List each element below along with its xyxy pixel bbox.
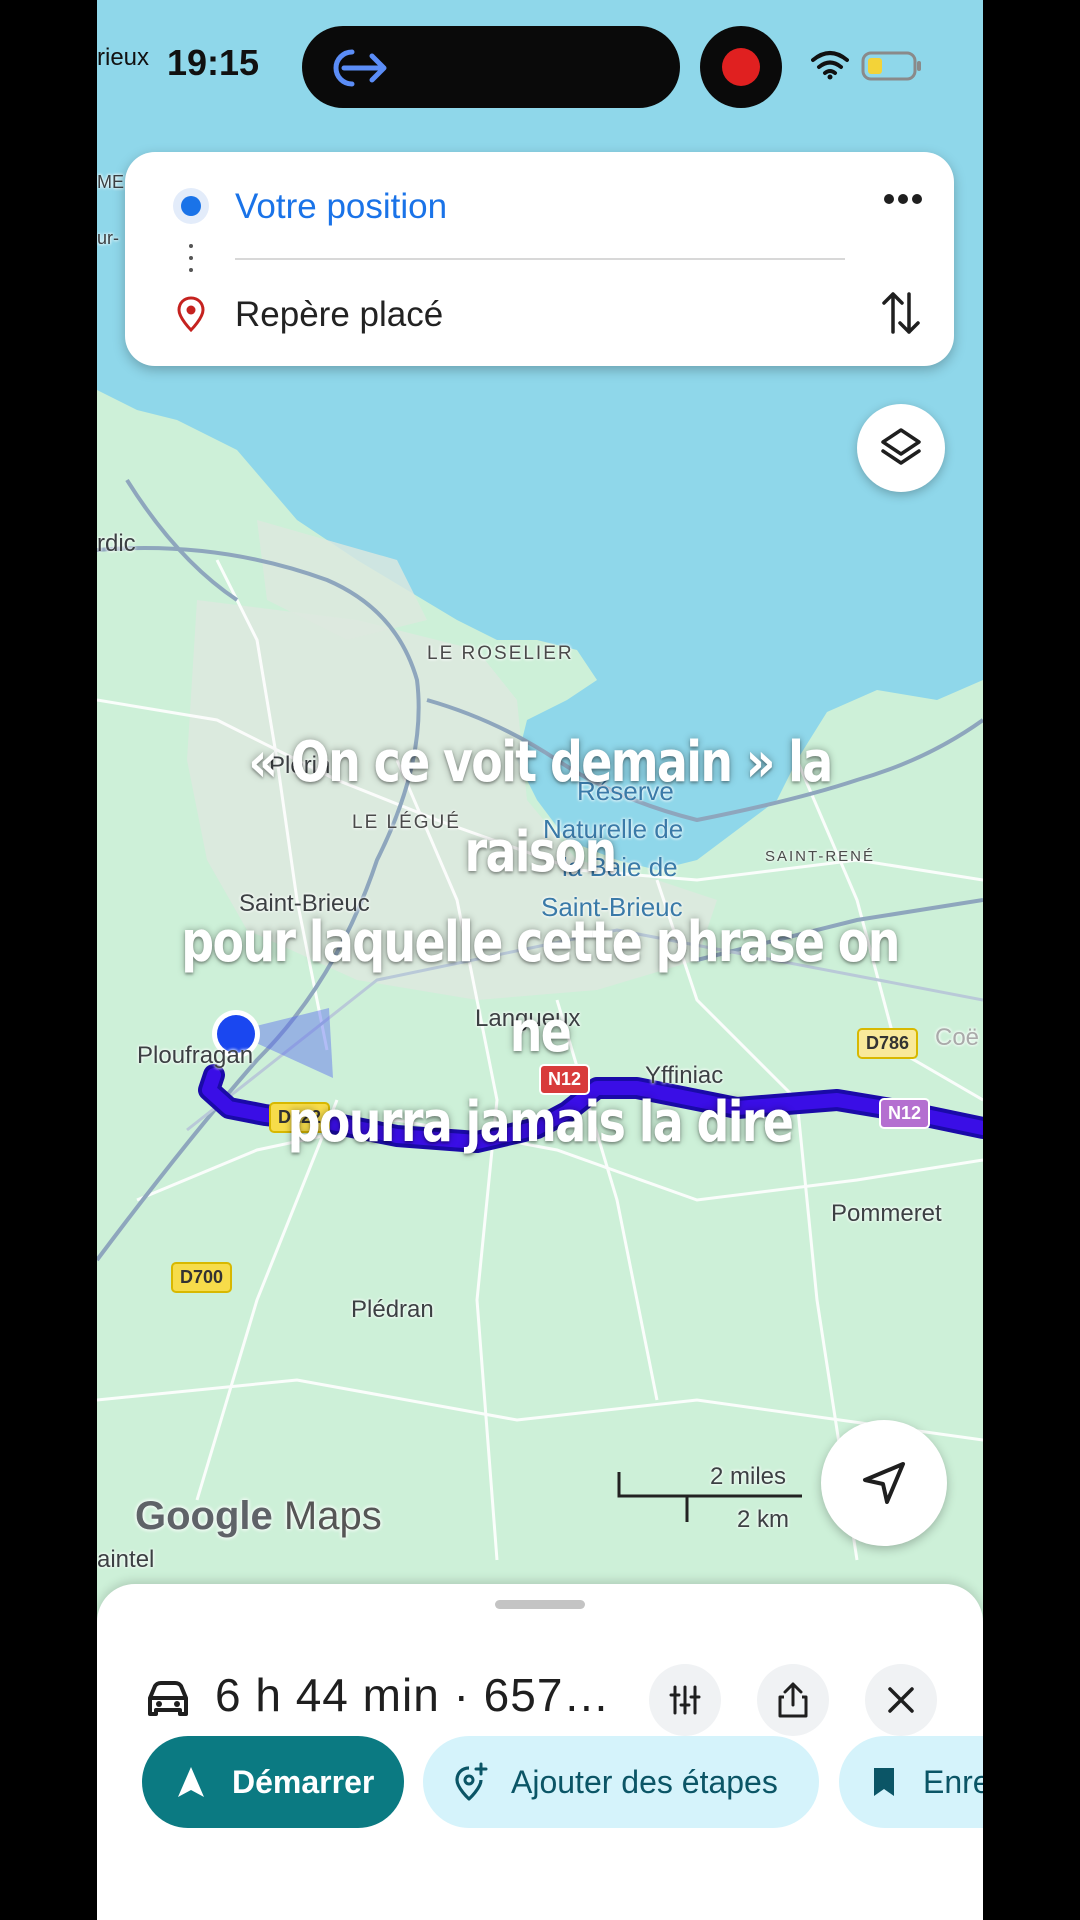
trip-summary[interactable]: 6 h 44 min · 657…: [215, 1668, 610, 1722]
drag-handle[interactable]: [495, 1600, 585, 1609]
map-label: ME: [97, 172, 124, 192]
navigation-arrow-icon: [863, 1462, 905, 1504]
bookmark-icon: [874, 1768, 894, 1796]
add-stops-button[interactable]: Ajouter des étapes: [423, 1736, 819, 1828]
route-dots-icon: [189, 244, 193, 280]
google-maps-logo: Google Maps: [135, 1494, 382, 1539]
divider: [235, 258, 845, 260]
scale-miles-label: 2 miles: [710, 1463, 787, 1490]
map-label: Coë: [935, 1024, 980, 1051]
map-label: rdic: [97, 530, 136, 557]
status-bar: rieux 19:15: [97, 0, 983, 130]
close-icon: [888, 1687, 914, 1713]
record-dot-icon: [722, 48, 760, 86]
back-to-app-label[interactable]: rieux: [97, 44, 149, 72]
start-navigation-button[interactable]: Démarrer: [142, 1736, 404, 1828]
caption-line: « On ce voit demain » la raison: [248, 730, 833, 885]
add-stops-label: Ajouter des étapes: [511, 1763, 778, 1800]
wifi-icon: [811, 51, 849, 80]
layers-icon: [881, 428, 921, 465]
status-time: 19:15: [167, 42, 260, 83]
destination-field[interactable]: Repère placé: [235, 295, 443, 335]
car-icon: [148, 1681, 188, 1716]
origin-dot-icon: [181, 196, 201, 216]
road-shield-d700: D700: [171, 1262, 233, 1293]
save-route-button[interactable]: Enre: [839, 1736, 983, 1828]
share-icon: [778, 1682, 808, 1718]
start-label: Démarrer: [232, 1763, 375, 1800]
share-button[interactable]: [757, 1664, 829, 1736]
add-location-icon: [455, 1762, 488, 1801]
map-label: LE ROSELIER: [427, 643, 574, 664]
map-label: aintel: [97, 1546, 155, 1573]
map-label: ur-: [97, 228, 119, 248]
caption-line: pourra jamais la dire: [287, 1090, 794, 1155]
navigation-exit-icon: [333, 49, 387, 87]
recenter-button[interactable]: [821, 1420, 947, 1546]
layers-button[interactable]: [857, 404, 945, 492]
tune-icon: [669, 1685, 701, 1715]
swap-vert-icon[interactable]: [881, 288, 921, 338]
trip-bottom-sheet: 6 h 44 min · 657… Démarrer Ajouter des é…: [97, 1584, 983, 1920]
caption-line: pour laquelle cette phrase on ne: [181, 910, 900, 1065]
video-caption-overlay: « On ce voit demain » la raison pour laq…: [177, 718, 904, 1168]
dynamic-island[interactable]: [302, 26, 680, 108]
pin-icon: [177, 296, 205, 332]
map-label: Plédran: [351, 1296, 434, 1323]
origin-field[interactable]: Votre position: [235, 187, 447, 227]
screen-recording-indicator[interactable]: [700, 26, 782, 108]
battery-icon: [861, 51, 921, 81]
close-button[interactable]: [865, 1664, 937, 1736]
map-label: Pommeret: [831, 1200, 942, 1227]
scale-km-label: 2 km: [737, 1506, 790, 1533]
phone-screen: ME ur- rdic LE ROSELIER Plérin LE LÉGUÉ …: [97, 0, 983, 1920]
navigation-start-icon: [178, 1767, 204, 1797]
logo-maps: Maps: [283, 1494, 382, 1538]
save-label: Enre: [923, 1763, 983, 1800]
route-options-button[interactable]: [649, 1664, 721, 1736]
logo-google: Google: [135, 1494, 273, 1538]
more-horiz-icon[interactable]: [883, 192, 923, 206]
directions-card: Votre position Repère placé: [125, 152, 954, 366]
